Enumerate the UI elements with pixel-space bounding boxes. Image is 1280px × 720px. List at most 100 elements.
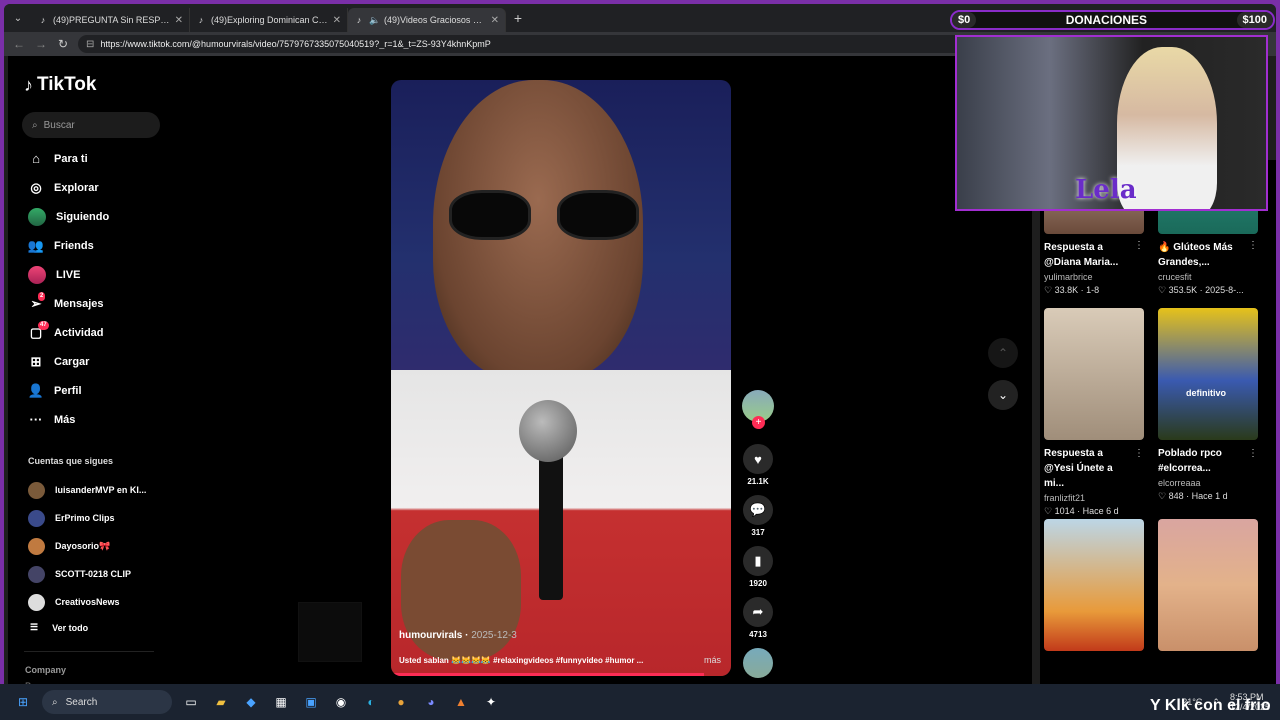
- following-avatar: [28, 207, 46, 226]
- windows-start-icon[interactable]: ⊞: [12, 691, 34, 713]
- calculator-icon[interactable]: ▦: [270, 691, 292, 713]
- forward-arrow-icon[interactable]: →: [34, 37, 48, 51]
- video-thumbnail[interactable]: [1044, 308, 1144, 440]
- video-thumbnail[interactable]: [1158, 519, 1258, 651]
- sidebar-item-mensajes[interactable]: ➢ 2 Mensajes: [22, 289, 172, 318]
- like-action[interactable]: ♥ 21.1K: [740, 444, 776, 489]
- taskbar-search-label: Search: [65, 696, 98, 708]
- chevron-up-icon[interactable]: ⌃: [988, 338, 1018, 368]
- video-thumbnail[interactable]: definitivo: [1158, 308, 1258, 440]
- activity-badge: 47: [38, 321, 49, 330]
- music-disc-icon[interactable]: [743, 648, 773, 678]
- sunglasses-graphic: [449, 190, 649, 242]
- tab-1[interactable]: ♪ (49)PREGUNTA Sin RESPUESTAS, p ✕: [32, 8, 190, 32]
- recommended-card[interactable]: ⋮ Respuesta a @Yesi Únete a mi... franli…: [1044, 308, 1144, 517]
- sidebar-item-explorar[interactable]: ◎ Explorar: [22, 173, 172, 202]
- video-author[interactable]: humourvirals: [399, 630, 462, 641]
- bookmark-icon[interactable]: ▮: [743, 546, 773, 576]
- close-tab-icon[interactable]: ✕: [175, 15, 183, 26]
- speaker-icon[interactable]: 🔈: [369, 15, 380, 25]
- more-options-icon[interactable]: ⋮: [1248, 448, 1258, 459]
- discord-icon[interactable]: ◕: [420, 691, 442, 713]
- app-icon[interactable]: ✦: [480, 691, 502, 713]
- more-icon: ···: [29, 412, 43, 427]
- search-input[interactable]: ⌕ Buscar: [22, 112, 160, 138]
- save-action[interactable]: ▮ 1920: [740, 546, 776, 591]
- thumbnail-caption: definitivo: [1186, 388, 1226, 398]
- taskbar-search[interactable]: ⌕ Search: [42, 690, 172, 714]
- creator-avatar[interactable]: +: [742, 390, 774, 429]
- obs-icon[interactable]: ◉: [330, 691, 352, 713]
- app-icon[interactable]: ▲: [450, 691, 472, 713]
- video-player[interactable]: humourvirals · 2025-12-3 Usted sablan 😹😹…: [391, 80, 731, 676]
- home-icon: ⌂: [32, 151, 40, 166]
- video-thumbnail[interactable]: [1044, 519, 1144, 651]
- back-arrow-icon[interactable]: ←: [12, 37, 26, 51]
- following-account[interactable]: Dayosorio🎀: [26, 532, 176, 560]
- sidebar-item-actividad[interactable]: ▢ 47 Actividad: [22, 318, 172, 347]
- chrome-icon[interactable]: ●: [390, 691, 412, 713]
- sidebar-item-label: Siguiendo: [56, 210, 110, 223]
- tiktok-logo[interactable]: ♪ TikTok: [24, 74, 96, 96]
- following-account[interactable]: SCOTT-0218 CLIP: [26, 560, 176, 588]
- sidebar-item-friends[interactable]: 👥 Friends: [22, 231, 172, 260]
- sidebar-item-label: LIVE: [56, 268, 81, 281]
- sidebar-item-label: Mensajes: [54, 297, 104, 310]
- recommended-card[interactable]: [1158, 519, 1258, 651]
- site-info-icon[interactable]: ⊟: [86, 39, 94, 50]
- card-title: Poblado rpco #elcorrea...: [1158, 448, 1222, 474]
- footer-company-link[interactable]: Company: [25, 665, 66, 675]
- share-icon[interactable]: ➦: [743, 597, 773, 627]
- search-icon: ⌕: [32, 119, 38, 131]
- card-title: Respuesta a @Yesi Únete a mi...: [1044, 448, 1113, 489]
- more-options-icon[interactable]: ⋮: [1248, 240, 1258, 251]
- list-icon: ☰: [30, 622, 39, 632]
- sidebar-item-perfil[interactable]: 👤 Perfil: [22, 376, 172, 405]
- avatar: [28, 481, 45, 499]
- following-account[interactable]: CreativosNews: [26, 588, 176, 616]
- app-icon[interactable]: ◆: [240, 691, 262, 713]
- close-tab-icon[interactable]: ✕: [333, 15, 341, 26]
- sidebar-item-para-ti[interactable]: ⌂ Para ti: [22, 144, 172, 173]
- account-name: Dayosorio🎀: [55, 540, 111, 551]
- avatar: [28, 593, 45, 611]
- following-account[interactable]: luisanderMVP en KI...: [26, 476, 176, 504]
- see-all-link[interactable]: ☰ Ver todo: [26, 622, 88, 633]
- store-icon[interactable]: ▣: [300, 691, 322, 713]
- comment-icon[interactable]: 💬: [743, 495, 773, 525]
- recommended-card[interactable]: definitivo ⋮ Poblado rpco #elcorrea... e…: [1158, 308, 1258, 502]
- messages-badge: 2: [38, 292, 46, 301]
- video-author-line: humourvirals · 2025-12-3: [399, 630, 517, 641]
- tab-2[interactable]: ♪ (49)Exploring Dominican Core Cult ✕: [190, 8, 348, 32]
- new-tab-plus-icon[interactable]: +: [506, 10, 530, 26]
- sidebar-menu: ⌂ Para ti ◎ Explorar Siguiendo 👥 Friends LI…: [22, 144, 172, 434]
- chevron-down-icon[interactable]: ⌄: [988, 380, 1018, 410]
- follow-plus-icon[interactable]: +: [752, 416, 765, 429]
- heart-icon[interactable]: ♥: [743, 444, 773, 474]
- video-progress-bar[interactable]: [391, 673, 704, 676]
- following-account[interactable]: ErPrimo Clips: [26, 504, 176, 532]
- video-navigation: ⌃ ⌄: [988, 338, 1018, 422]
- more-options-icon[interactable]: ⋮: [1134, 240, 1144, 251]
- more-description-button[interactable]: más: [704, 655, 721, 665]
- tab-list-chevron-icon[interactable]: ⌄: [4, 13, 32, 24]
- webcam-overlay: Lela: [955, 35, 1268, 211]
- close-tab-icon[interactable]: ✕: [491, 15, 499, 26]
- donations-current: $0: [952, 12, 977, 28]
- recommended-card[interactable]: [1044, 519, 1144, 651]
- comment-action[interactable]: 💬 317: [740, 495, 776, 540]
- more-options-icon[interactable]: ⋮: [1134, 448, 1144, 459]
- sidebar-item-cargar[interactable]: ⊞ Cargar: [22, 347, 172, 376]
- share-action[interactable]: ➦ 4713: [740, 597, 776, 642]
- sidebar-item-live[interactable]: LIVE: [22, 260, 172, 289]
- edge-icon[interactable]: ◐: [360, 691, 382, 713]
- task-view-icon[interactable]: ▭: [180, 691, 202, 713]
- stream-ticker: Y Klk con el frio: [1150, 697, 1271, 714]
- tiktok-note-icon: ♪: [24, 74, 33, 95]
- tab-3-active[interactable]: ♪ 🔈 (49)Videos Graciosos para Re ✕: [348, 8, 506, 32]
- following-section-title: Cuentas que sigues: [28, 456, 114, 466]
- file-explorer-icon[interactable]: ▰: [210, 691, 232, 713]
- sidebar-item-mas[interactable]: ··· Más: [22, 405, 172, 434]
- sidebar-item-siguiendo[interactable]: Siguiendo: [22, 202, 172, 231]
- reload-icon[interactable]: ↻: [56, 37, 70, 51]
